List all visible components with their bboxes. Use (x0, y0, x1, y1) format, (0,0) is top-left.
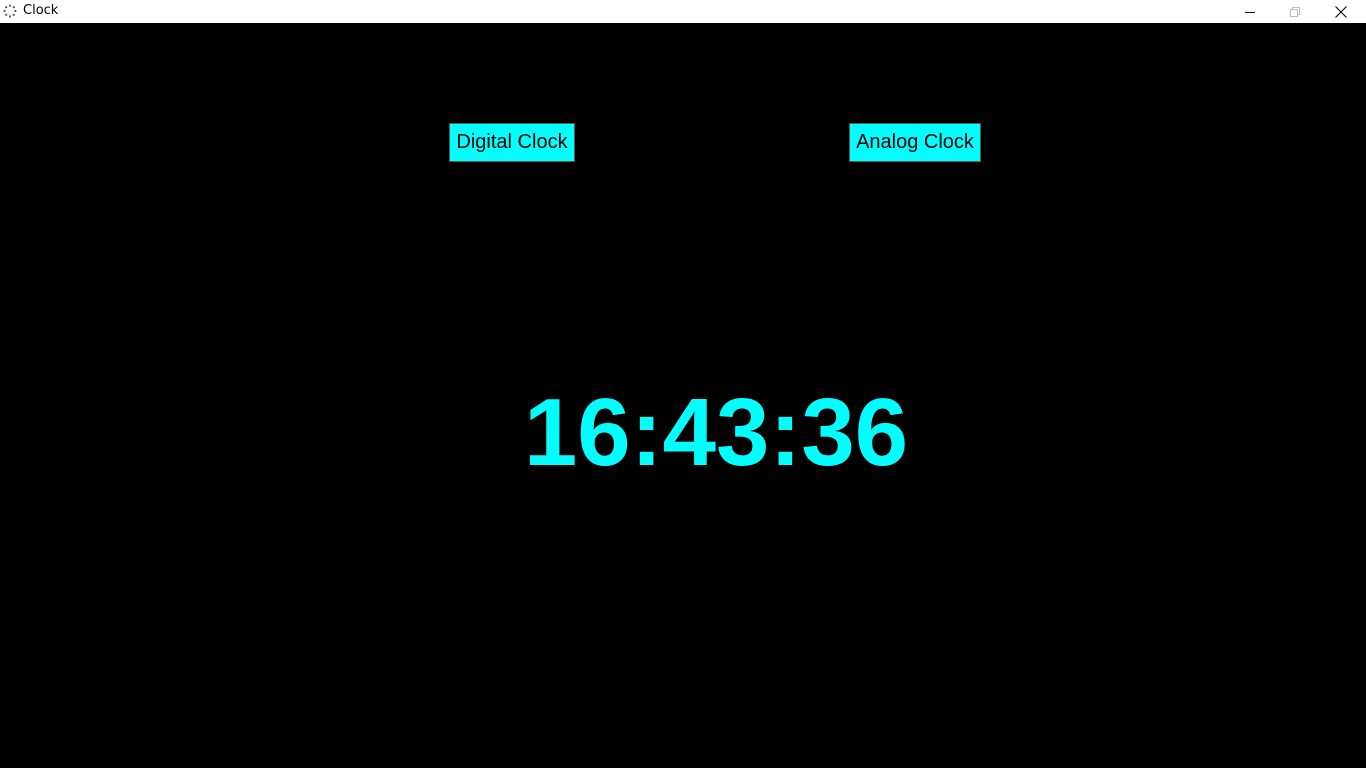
minimize-icon (1245, 7, 1255, 17)
digital-clock-button[interactable]: Digital Clock (449, 123, 575, 162)
analog-clock-button[interactable]: Analog Clock (849, 123, 981, 162)
restore-icon (1290, 6, 1300, 17)
digital-time-display: 16:43:36 (523, 379, 909, 486)
clock-canvas: Digital Clock Analog Clock 16:43:36 (0, 23, 1366, 768)
window-title: Clock (23, 3, 59, 18)
clock-loading-icon (3, 4, 17, 18)
close-button[interactable] (1318, 0, 1364, 23)
close-icon (1335, 5, 1347, 18)
minimize-button[interactable] (1227, 0, 1273, 23)
title-bar: Clock (0, 0, 1366, 23)
maximize-button[interactable] (1272, 0, 1318, 23)
